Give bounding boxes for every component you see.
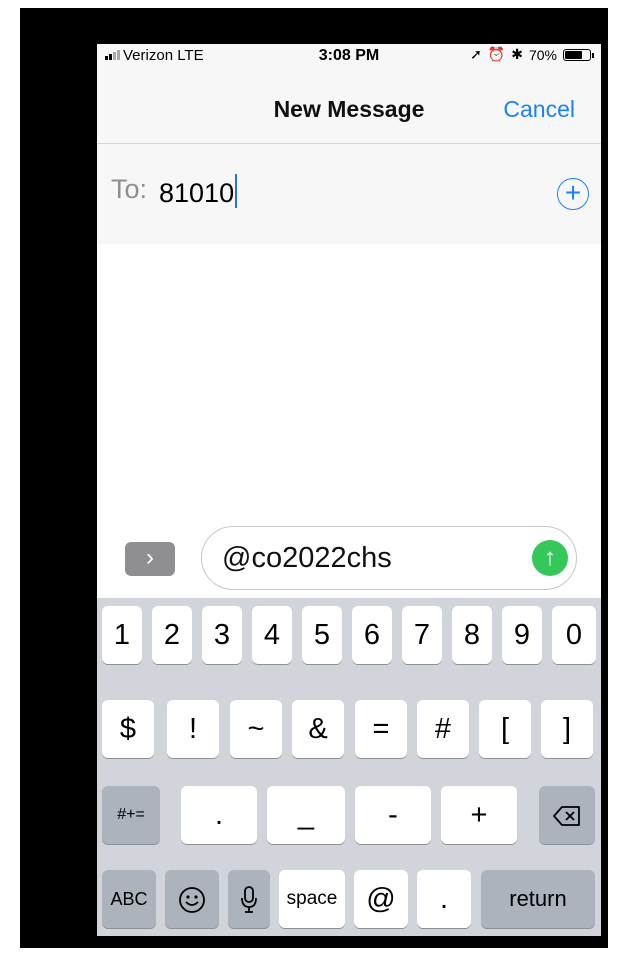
key-5[interactable]: 5	[302, 606, 342, 664]
battery-percent: 70%	[528, 46, 557, 63]
message-text: @co2022chs	[222, 542, 392, 574]
phone-screen: Verizon LTE 3:08 PM ➚ ⏰ ✱ 70% New Messag…	[97, 44, 601, 936]
recipient-field[interactable]: 81010	[159, 174, 238, 209]
key-plus[interactable]: +	[441, 786, 517, 844]
key-6[interactable]: 6	[352, 606, 392, 664]
device-frame: Verizon LTE 3:08 PM ➚ ⏰ ✱ 70% New Messag…	[20, 8, 608, 948]
alarm-icon: ⏰	[487, 46, 506, 62]
abc-key[interactable]: ABC	[102, 870, 156, 928]
key-exclamation[interactable]: !	[167, 700, 219, 758]
navigation-bar: New Message Cancel	[97, 68, 601, 144]
to-label: To:	[111, 174, 148, 204]
key-0[interactable]: 0	[552, 606, 596, 664]
key-hash[interactable]: #	[417, 700, 469, 758]
emoji-icon	[179, 887, 205, 914]
key-4[interactable]: 4	[252, 606, 292, 664]
status-indicators: ➚ ⏰ ✱ 70%	[470, 46, 594, 63]
conversation-area	[97, 244, 601, 522]
key-2[interactable]: 2	[152, 606, 192, 664]
recipient-value: 81010	[159, 178, 235, 208]
return-key[interactable]: return	[481, 870, 595, 928]
key-left-bracket[interactable]: [	[479, 700, 531, 758]
key-7[interactable]: 7	[402, 606, 442, 664]
add-contact-icon[interactable]: +	[557, 178, 589, 210]
recipient-row[interactable]: To: 81010 +	[97, 144, 601, 244]
key-equals[interactable]: =	[355, 700, 407, 758]
key-period[interactable]: .	[181, 786, 257, 844]
emoji-key[interactable]	[165, 870, 219, 928]
cancel-button[interactable]: Cancel	[503, 96, 575, 123]
microphone-icon	[241, 886, 257, 914]
bluetooth-icon: ✱	[511, 46, 523, 62]
delete-key[interactable]	[539, 786, 595, 844]
keyboard: 1 2 3 4 5 6 7 8 9 0 $ ! ~ & = # [ ] #+= …	[97, 598, 601, 936]
key-tilde[interactable]: ~	[230, 700, 282, 758]
battery-icon	[563, 48, 594, 61]
backspace-icon	[553, 806, 580, 827]
expand-apps-button[interactable]: ›	[125, 542, 175, 576]
key-8[interactable]: 8	[452, 606, 492, 664]
key-1[interactable]: 1	[102, 606, 142, 664]
key-right-bracket[interactable]: ]	[541, 700, 593, 758]
key-at[interactable]: @	[354, 870, 408, 928]
chevron-right-icon: ›	[146, 544, 154, 571]
key-dot[interactable]: .	[417, 870, 471, 928]
key-ampersand[interactable]: &	[292, 700, 344, 758]
symbols-toggle-key[interactable]: #+=	[102, 786, 160, 844]
location-icon: ➚	[470, 46, 482, 62]
text-cursor	[235, 174, 238, 208]
space-key[interactable]: space	[279, 870, 345, 928]
key-9[interactable]: 9	[502, 606, 542, 664]
key-hyphen[interactable]: -	[355, 786, 431, 844]
send-button[interactable]: ↑	[532, 540, 568, 576]
message-input[interactable]: @co2022chs ↑	[201, 526, 577, 590]
arrow-up-icon: ↑	[544, 544, 556, 571]
dictation-key[interactable]	[228, 870, 270, 928]
status-bar: Verizon LTE 3:08 PM ➚ ⏰ ✱ 70%	[97, 44, 601, 68]
key-underscore[interactable]: _	[267, 786, 345, 844]
key-dollar[interactable]: $	[102, 700, 154, 758]
key-3[interactable]: 3	[202, 606, 242, 664]
